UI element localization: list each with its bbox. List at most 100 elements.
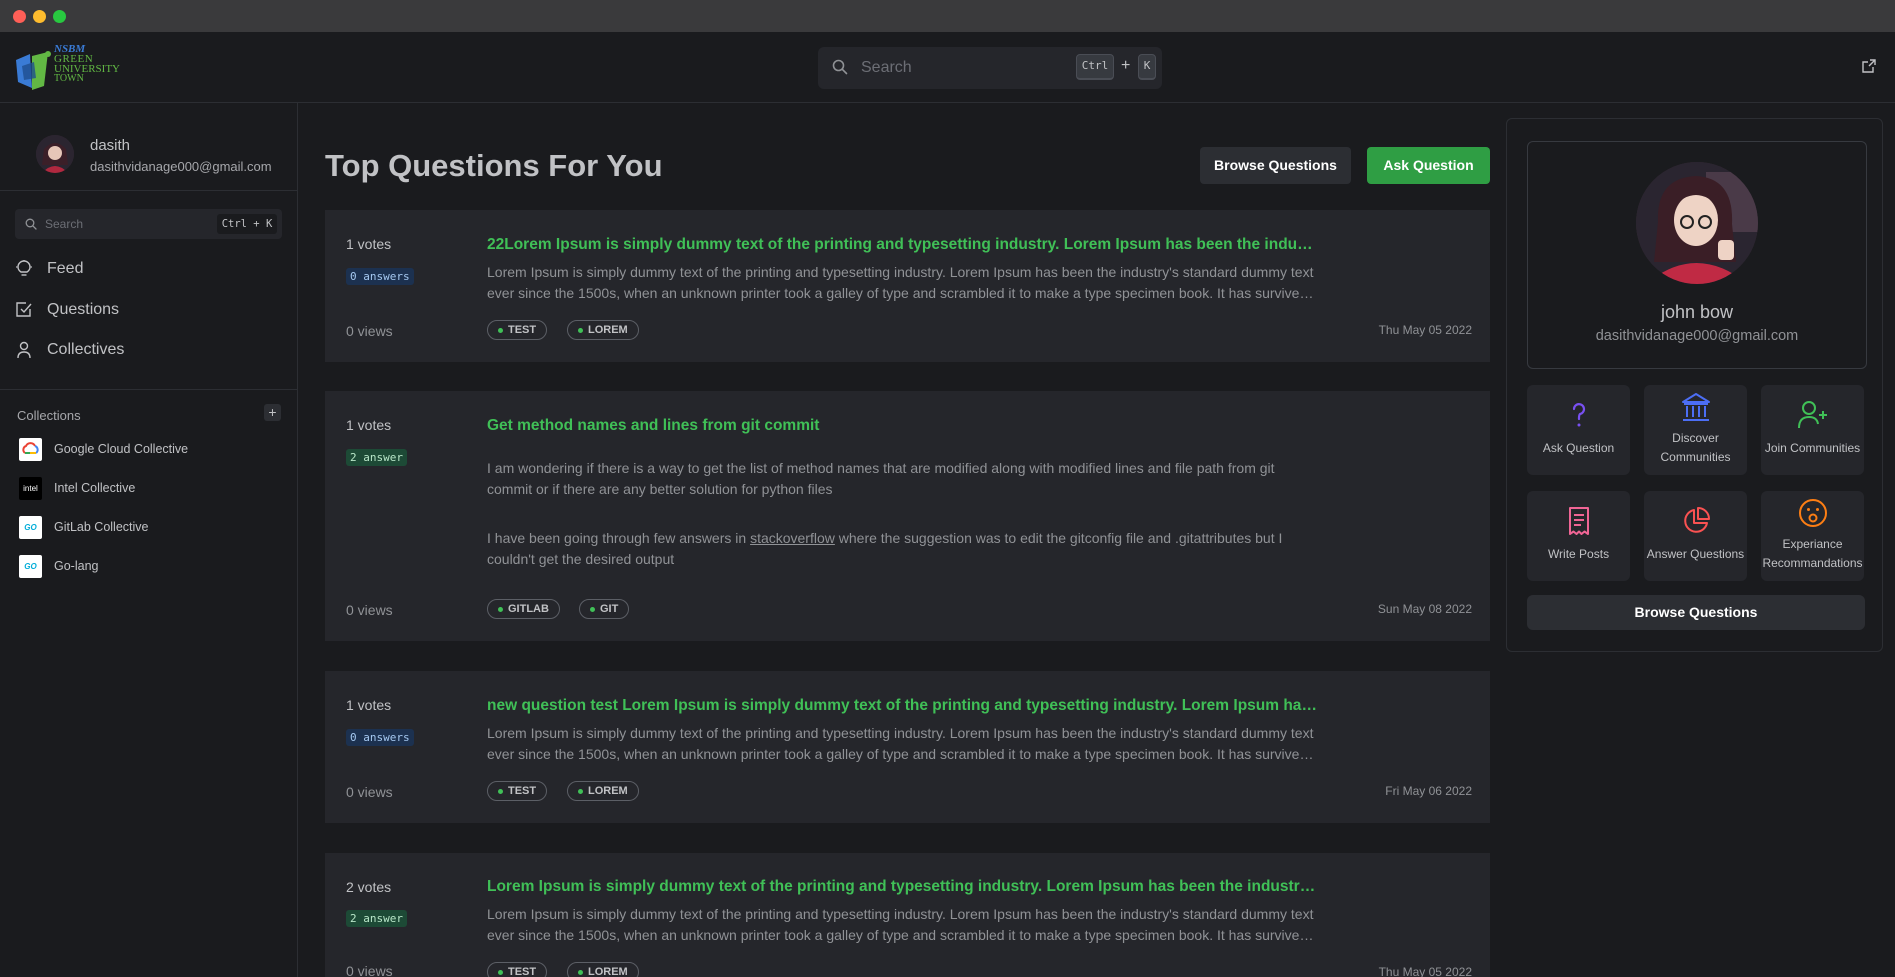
collection-item-label: GitLab Collective (54, 520, 149, 534)
answers-badge: 0 answers (346, 729, 414, 746)
answers-badge: 0 answers (346, 268, 414, 285)
page-title: Top Questions For You (325, 148, 663, 183)
window-titlebar (0, 0, 1895, 32)
nsbm-logo[interactable]: NSBM GREEN UNIVERSITY TOWN (14, 44, 129, 94)
sidebar-user[interactable]: dasith dasithvidanage000@gmail.com (0, 103, 297, 191)
bulb-icon (16, 260, 32, 276)
tag-chip[interactable]: GIT (579, 599, 630, 619)
tag-chip[interactable]: LOREM (567, 962, 639, 977)
question-views: 0 views (346, 323, 393, 339)
tile-label: Answer Questions (1646, 547, 1745, 561)
mood-surprised-icon (1799, 499, 1827, 527)
question-excerpt: Lorem Ipsum is simply dummy text of the … (487, 264, 1314, 301)
discover-communities-tile[interactable]: Discover Communities (1644, 385, 1747, 475)
write-posts-tile[interactable]: Write Posts (1527, 491, 1630, 581)
minimize-window-button[interactable] (33, 10, 46, 23)
tile-label: Write Posts (1547, 547, 1610, 561)
question-title-link[interactable]: new question test Lorem Ipsum is simply … (487, 697, 1321, 715)
question-card[interactable]: 1 votes 0 answers 0 views 22Lorem Ipsum … (325, 210, 1490, 362)
sidebar: dasith dasithvidanage000@gmail.com Searc… (0, 103, 298, 977)
question-date: Thu May 05 2022 (1378, 965, 1472, 977)
answers-badge: 2 answer (346, 449, 407, 466)
question-date: Sun May 08 2022 (1377, 602, 1472, 616)
question-date: Fri May 06 2022 (1385, 784, 1472, 798)
sidebar-item-label: Questions (47, 301, 120, 318)
browse-questions-button[interactable]: Browse Questions (1200, 147, 1351, 184)
question-votes: 2 votes (346, 879, 392, 895)
user-icon (17, 341, 31, 359)
collection-item-label: Intel Collective (54, 481, 136, 495)
shortcut-plus: + (1121, 57, 1131, 74)
avatar[interactable] (1636, 162, 1758, 284)
tag-chip[interactable]: GITLAB (487, 599, 560, 619)
answers-badge: 2 answer (346, 910, 407, 927)
question-views: 0 views (346, 784, 393, 800)
tile-label: Experiance Recommandations (1762, 537, 1863, 570)
sidebar-search-input[interactable]: Search Ctrl + K (15, 209, 282, 239)
maximize-window-button[interactable] (53, 10, 66, 23)
go-icon-text: GO (24, 523, 37, 532)
tag-chip[interactable]: TEST (487, 781, 548, 801)
sidebar-search-shortcut: Ctrl + K (217, 214, 277, 234)
search-icon (832, 59, 848, 75)
sidebar-divider (0, 389, 297, 390)
sidebar-user-email: dasithvidanage000@gmail.com (90, 159, 272, 174)
collection-item-label: Go-lang (54, 559, 99, 573)
tile-label: Discover Communities (1660, 431, 1731, 464)
sidebar-item-collectives[interactable]: Collectives (15, 335, 283, 367)
app-header: NSBM GREEN UNIVERSITY TOWN Search Ctrl +… (0, 32, 1895, 103)
join-communities-tile[interactable]: Join Communities (1761, 385, 1864, 475)
intel-icon: intel (19, 477, 42, 500)
panel-browse-questions-button[interactable]: Browse Questions (1527, 595, 1865, 630)
go-icon-text: GO (24, 562, 37, 571)
question-card[interactable]: 1 votes 0 answers 0 views new question t… (325, 671, 1490, 823)
chart-pie-icon (1684, 507, 1710, 533)
collections-heading: Collections (17, 408, 81, 423)
header-search-input[interactable]: Search Ctrl + K (818, 47, 1162, 89)
go-icon: GO (19, 555, 42, 578)
question-title-link[interactable]: Lorem Ipsum is simply dummy text of the … (487, 878, 1321, 896)
shortcut-ctrl-key: Ctrl (1076, 54, 1114, 80)
stackoverflow-link[interactable]: stackoverflow (750, 530, 835, 546)
ask-question-tile[interactable]: Ask Question (1527, 385, 1630, 475)
receipt-icon (1569, 507, 1589, 535)
search-placeholder: Search (861, 59, 912, 76)
tag-chip[interactable]: LOREM (567, 320, 639, 340)
tag-chip[interactable]: LOREM (567, 781, 639, 801)
shortcut-k-key: K (1138, 54, 1156, 80)
question-views: 0 views (346, 602, 393, 618)
google-cloud-icon (19, 438, 42, 461)
go-icon: GO (19, 516, 42, 539)
sidebar-item-label: Collectives (47, 341, 125, 358)
close-window-button[interactable] (13, 10, 26, 23)
sidebar-item-feed[interactable]: Feed (15, 254, 283, 286)
sidebar-search-placeholder: Search (45, 217, 84, 231)
profile-panel: john bow dasithvidanage000@gmail.com Ask… (1506, 118, 1883, 652)
question-title-link[interactable]: 22Lorem Ipsum is simply dummy text of th… (487, 236, 1321, 254)
external-link-icon[interactable] (1862, 59, 1876, 73)
building-bank-icon (1682, 393, 1710, 421)
tile-label: Ask Question (1542, 441, 1615, 455)
sidebar-user-name: dasith (90, 137, 131, 154)
question-votes: 1 votes (346, 236, 392, 252)
add-collection-button[interactable]: + (264, 404, 281, 421)
question-card[interactable]: 2 votes 2 answer 0 views Lorem Ipsum is … (325, 853, 1490, 977)
sidebar-item-questions[interactable]: Questions (15, 295, 283, 327)
question-paragraph: I am wondering if there is a way to get … (487, 460, 1275, 497)
user-plus-icon (1798, 401, 1827, 429)
question-mark-icon (1572, 403, 1586, 427)
question-excerpt: Lorem Ipsum is simply dummy text of the … (487, 906, 1314, 943)
paragraph-text: I have been going through few answers in (487, 530, 751, 546)
ask-question-button[interactable]: Ask Question (1367, 147, 1490, 184)
collection-item-label: Google Cloud Collective (54, 442, 189, 456)
tag-chip[interactable]: TEST (487, 320, 548, 340)
experiance-recommandations-tile[interactable]: Experiance Recommandations (1761, 491, 1864, 581)
question-title-link[interactable]: Get method names and lines from git comm… (487, 417, 1321, 435)
answer-questions-tile[interactable]: Answer Questions (1644, 491, 1747, 581)
tile-label: Join Communities (1764, 441, 1861, 455)
profile-email: dasithvidanage000@gmail.com (1595, 328, 1799, 344)
question-excerpt: Lorem Ipsum is simply dummy text of the … (487, 725, 1314, 762)
question-card[interactable]: 1 votes 2 answer 0 views Get method name… (325, 391, 1490, 641)
logo-mark-icon (16, 51, 51, 90)
tag-chip[interactable]: TEST (487, 962, 548, 977)
